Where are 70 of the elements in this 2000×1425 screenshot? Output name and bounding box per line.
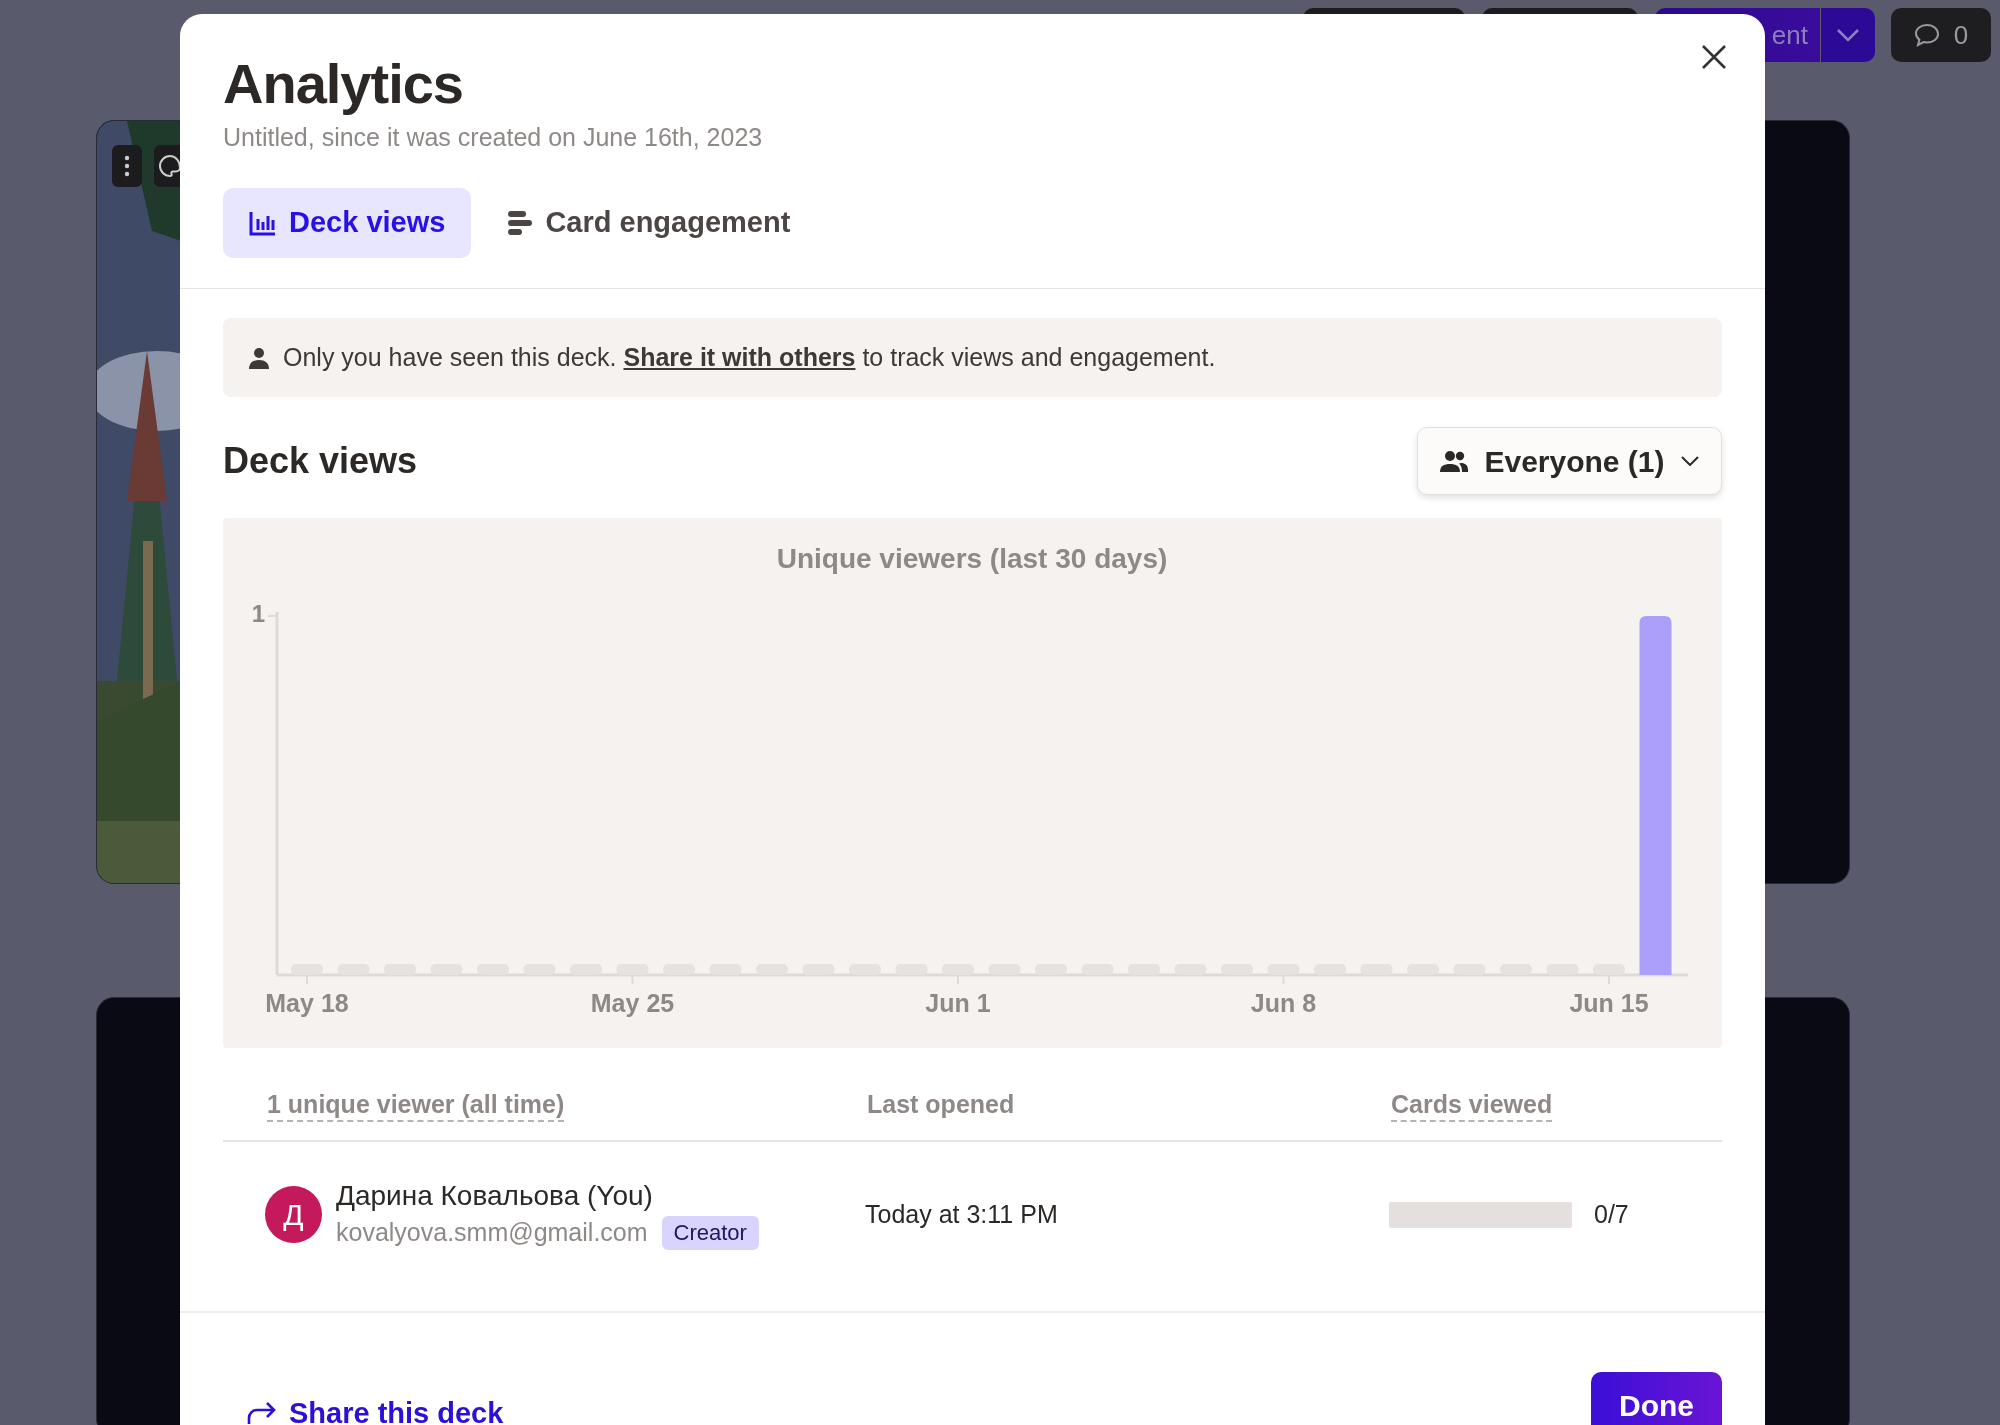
empty-bar [1546,964,1579,975]
empty-bar [291,964,323,975]
empty-bar [1593,964,1625,975]
empty-bar [709,964,742,975]
avatar: Д [265,1186,322,1244]
empty-bar [477,964,509,975]
cards-viewed: 0/7 [1594,1199,1629,1230]
bar-chart-icon [249,210,277,236]
axis-label: Jun 1 [925,988,991,1017]
empty-bar [616,964,649,975]
section-heading: Deck views [223,439,418,483]
empty-bar [895,964,928,975]
dialog-subtitle: Untitled, since it was created on June 16th, 2023 [223,122,764,152]
chart-title: Unique viewers (last 30 days) [776,543,1168,575]
empty-bar [849,964,881,975]
tab[interactable]: Card engagement [481,188,817,258]
theme-button[interactable] [154,145,180,187]
empty-bar [942,964,974,975]
horizontal-bars-icon [507,210,534,236]
share-link[interactable]: Share it with others [623,342,856,371]
comment-count: 0 [1953,18,1969,52]
empty-bar [1500,964,1532,975]
empty-bar [523,964,556,975]
empty-bar [1081,964,1114,975]
palette-icon [158,154,180,178]
empty-bar [1407,964,1439,975]
empty-bar [1128,964,1160,975]
axis-label: 1 [251,600,265,628]
empty-bar [570,964,602,975]
empty-bar [756,964,788,975]
more-button[interactable] [112,145,142,187]
viewer-name: Дарина Ковальова (You) [336,1179,654,1213]
empty-bar [988,964,1021,975]
share-deck-link[interactable]: Share this deck [247,1391,504,1425]
empty-bar [1360,964,1393,975]
axis-label: May 18 [265,988,349,1017]
empty-bar [430,964,463,975]
column-header: Cards viewed [1391,1090,1553,1123]
column-header: Last opened [867,1090,1015,1121]
axis-label: May 25 [590,988,675,1017]
role-badge: Creator [661,1215,759,1250]
axis-label: Jun 8 [1250,988,1317,1017]
empty-bar [384,964,416,975]
last-opened: Today at 3:11 PM [865,1199,1059,1230]
audience-dropdown[interactable]: Everyone (1) [1417,427,1722,495]
tab[interactable]: Deck views [223,188,472,258]
empty-bar [337,964,370,975]
empty-bar [1453,964,1486,975]
empty-bar [1267,964,1300,975]
chevron-down-icon [1680,456,1699,466]
axis-label: Jun 15 [1569,988,1649,1017]
close-icon [1701,44,1727,70]
speech-bubble-icon [1913,23,1940,47]
empty-bar [1035,964,1067,975]
dialog-title: Analytics [223,51,463,117]
empty-bar [1174,964,1207,975]
column-header: 1 unique viewer (all time) [267,1090,565,1123]
empty-bar [802,964,835,975]
empty-bar [1221,964,1253,975]
viewer-email: kovalyova.smm@gmail.com [336,1217,648,1248]
person-icon [249,346,269,369]
people-icon [1440,450,1469,472]
comments-button[interactable]: 0 [1891,8,1991,62]
done-button[interactable]: Done [1591,1371,1722,1425]
kebab-icon [124,155,130,177]
empty-bar [663,964,695,975]
caret-icon [1836,28,1860,42]
empty-bar [1314,964,1346,975]
share-arrow-icon [247,1401,277,1425]
notice-text: Only you have seen this deck. Share it with others to track views and engagement. [283,341,1216,373]
